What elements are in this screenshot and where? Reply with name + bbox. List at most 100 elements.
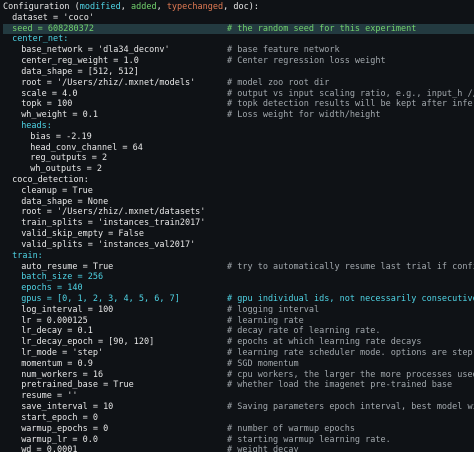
config-line: reg_outputs = 2 (3, 153, 474, 164)
legend-typechanged: typechanged (166, 2, 224, 12)
config-comment: # gpu individual ids, not necessarily co… (227, 293, 474, 304)
config-key: pretrained_base = True (21, 380, 134, 391)
config-line: lr_decay = 0.1 # decay rate of learning r… (3, 326, 474, 337)
config-line: resume = '' (3, 391, 474, 402)
config-line: center_net: (3, 34, 474, 45)
config-key: root = '/Users/zhiz/.mxnet/datasets' (21, 207, 206, 218)
config-line: auto_resume = True # try to automatically… (3, 262, 474, 273)
config-line: root = '/Users/zhiz/.mxnet/models' # mode… (3, 78, 474, 89)
config-line: num_workers = 16 # cpu workers, the large… (3, 370, 474, 381)
config-key: save_interval = 10 (21, 402, 114, 413)
header-sep: , (223, 2, 234, 12)
config-key: num_workers = 16 (21, 369, 104, 380)
config-line: wd = 0.0001 # weight decay (3, 445, 474, 452)
config-line: data_shape = None (3, 197, 474, 208)
config-key: coco_detection: (12, 175, 89, 185)
config-line: epochs = 140 (3, 283, 474, 294)
config-line: save_interval = 10 # Saving parameters ep… (3, 402, 474, 413)
config-key: lr = 0.000125 (21, 315, 88, 326)
config-key: start_epoch = 0 (21, 412, 98, 423)
legend-added: added (130, 2, 157, 12)
config-key: center_net: (12, 34, 69, 45)
config-key: seed = 608280372 (12, 23, 94, 34)
config-line: head_conv_channel = 64 (3, 143, 474, 154)
config-line: valid_splits = 'instances_val2017' (3, 240, 474, 251)
config-line: momentum = 0.9 # SGD momentum (3, 359, 474, 370)
config-key: heads: (21, 120, 52, 131)
config-comment: # try to automatically resume last trial… (227, 261, 474, 272)
config-line: cleanup = True (3, 186, 474, 197)
config-comment: # Loss weight for width/height (227, 110, 381, 121)
config-key: auto_resume = True (21, 261, 114, 272)
config-line: seed = 608280372 # the random seed for th… (3, 23, 474, 35)
config-key: train_splits = 'instances_train2017' (21, 218, 206, 229)
config-comment: # weight decay (227, 445, 299, 452)
config-line: valid_skip_empty = False (3, 229, 474, 240)
config-line: lr_decay_epoch = [90, 120] # epochs at wh… (3, 337, 474, 348)
config-line: log_interval = 100 # logging interval (3, 305, 474, 316)
header-suffix: ): (248, 2, 259, 12)
config-comment: # model zoo root dir (227, 77, 330, 88)
config-key: reg_outputs = 2 (30, 153, 108, 164)
terminal-output: Configuration (modified, added, typechan… (0, 0, 474, 452)
config-line: wh_outputs = 2 (3, 164, 474, 175)
config-key: valid_splits = 'instances_val2017' (21, 239, 196, 250)
header-prefix: Configuration ( (3, 2, 80, 12)
config-key: lr_decay_epoch = [90, 120] (21, 337, 155, 348)
config-line: lr_mode = 'step' # learning rate schedule… (3, 348, 474, 359)
config-line: gpus = [0, 1, 2, 3, 4, 5, 6, 7] # gpu ind… (3, 294, 474, 305)
header-sep: , (156, 2, 167, 12)
config-key: data_shape = [512, 512] (21, 66, 139, 77)
config-key: data_shape = None (21, 196, 109, 207)
config-line: pretrained_base = True # whether load the… (3, 380, 474, 391)
config-key: epochs = 140 (21, 283, 83, 294)
config-key: log_interval = 100 (21, 304, 114, 315)
config-key: root = '/Users/zhiz/.mxnet/models' (21, 77, 196, 88)
config-comment: # base feature network (227, 45, 340, 56)
config-key: base_network = 'dla34_deconv' (21, 45, 170, 56)
config-key: warmup_lr = 0.0 (21, 434, 98, 445)
config-key: topk = 100 (21, 99, 73, 110)
config-comment: # the random seed for this experiment (227, 23, 417, 34)
config-key: scale = 4.0 (21, 88, 78, 99)
config-line: data_shape = [512, 512] (3, 67, 474, 78)
config-line: bias = -2.19 (3, 132, 474, 143)
config-line: base_network = 'dla34_deconv' # base feat… (3, 45, 474, 56)
config-comment: # decay rate of learning rate. (227, 326, 381, 337)
config-comment: # Saving parameters epoch interval, best… (227, 402, 474, 413)
config-key: train: (12, 250, 43, 261)
config-line: batch_size = 256 (3, 272, 474, 283)
config-line: train: (3, 251, 474, 262)
config-line: scale = 4.0 # output vs input scaling rat… (3, 89, 474, 100)
config-comment: # number of warmup epochs (227, 423, 355, 434)
config-line: dataset = 'coco' (3, 13, 474, 24)
config-comment: # epochs at which learning rate decays (227, 337, 422, 348)
config-key: center_reg_weight = 1.0 (21, 56, 139, 67)
config-key: cleanup = True (21, 185, 93, 196)
config-key: gpus = [0, 1, 2, 3, 4, 5, 6, 7] (21, 293, 180, 304)
config-key: warmup_epochs = 0 (21, 423, 109, 434)
config-line: root = '/Users/zhiz/.mxnet/datasets' (3, 207, 474, 218)
config-key: wh_outputs = 2 (30, 164, 102, 175)
config-line: coco_detection: (3, 175, 474, 186)
config-comment: # output vs input scaling ratio, e.g., i… (227, 88, 474, 99)
config-key: dataset = 'coco' (12, 12, 94, 23)
config-key: bias = -2.19 (30, 131, 92, 142)
config-comment: # logging interval (227, 304, 320, 315)
config-lines: dataset = 'coco' seed = 608280372 # the ra… (3, 13, 474, 452)
config-line: topk = 100 # topk detection results will … (3, 99, 474, 110)
config-key: resume = '' (21, 391, 78, 402)
config-key: lr_mode = 'step' (21, 348, 104, 358)
config-key: head_conv_channel = 64 (30, 142, 143, 153)
config-key: momentum = 0.9 (21, 358, 93, 369)
config-header: Configuration (modified, added, typechan… (3, 2, 474, 13)
config-line: lr = 0.000125 # learning rate (3, 316, 474, 327)
config-comment: # starting warmup learning rate. (227, 434, 391, 445)
config-line: start_epoch = 0 (3, 413, 474, 424)
config-line: center_reg_weight = 1.0 # Center regressi… (3, 56, 474, 67)
config-comment: # learning rate scheduler mode. options … (227, 348, 474, 358)
config-comment: # whether load the imagenet pre-trained … (227, 380, 453, 391)
config-comment: # cpu workers, the larger the more proce… (227, 369, 474, 380)
config-comment: # learning rate (227, 315, 304, 326)
legend-doc: doc (233, 2, 249, 12)
